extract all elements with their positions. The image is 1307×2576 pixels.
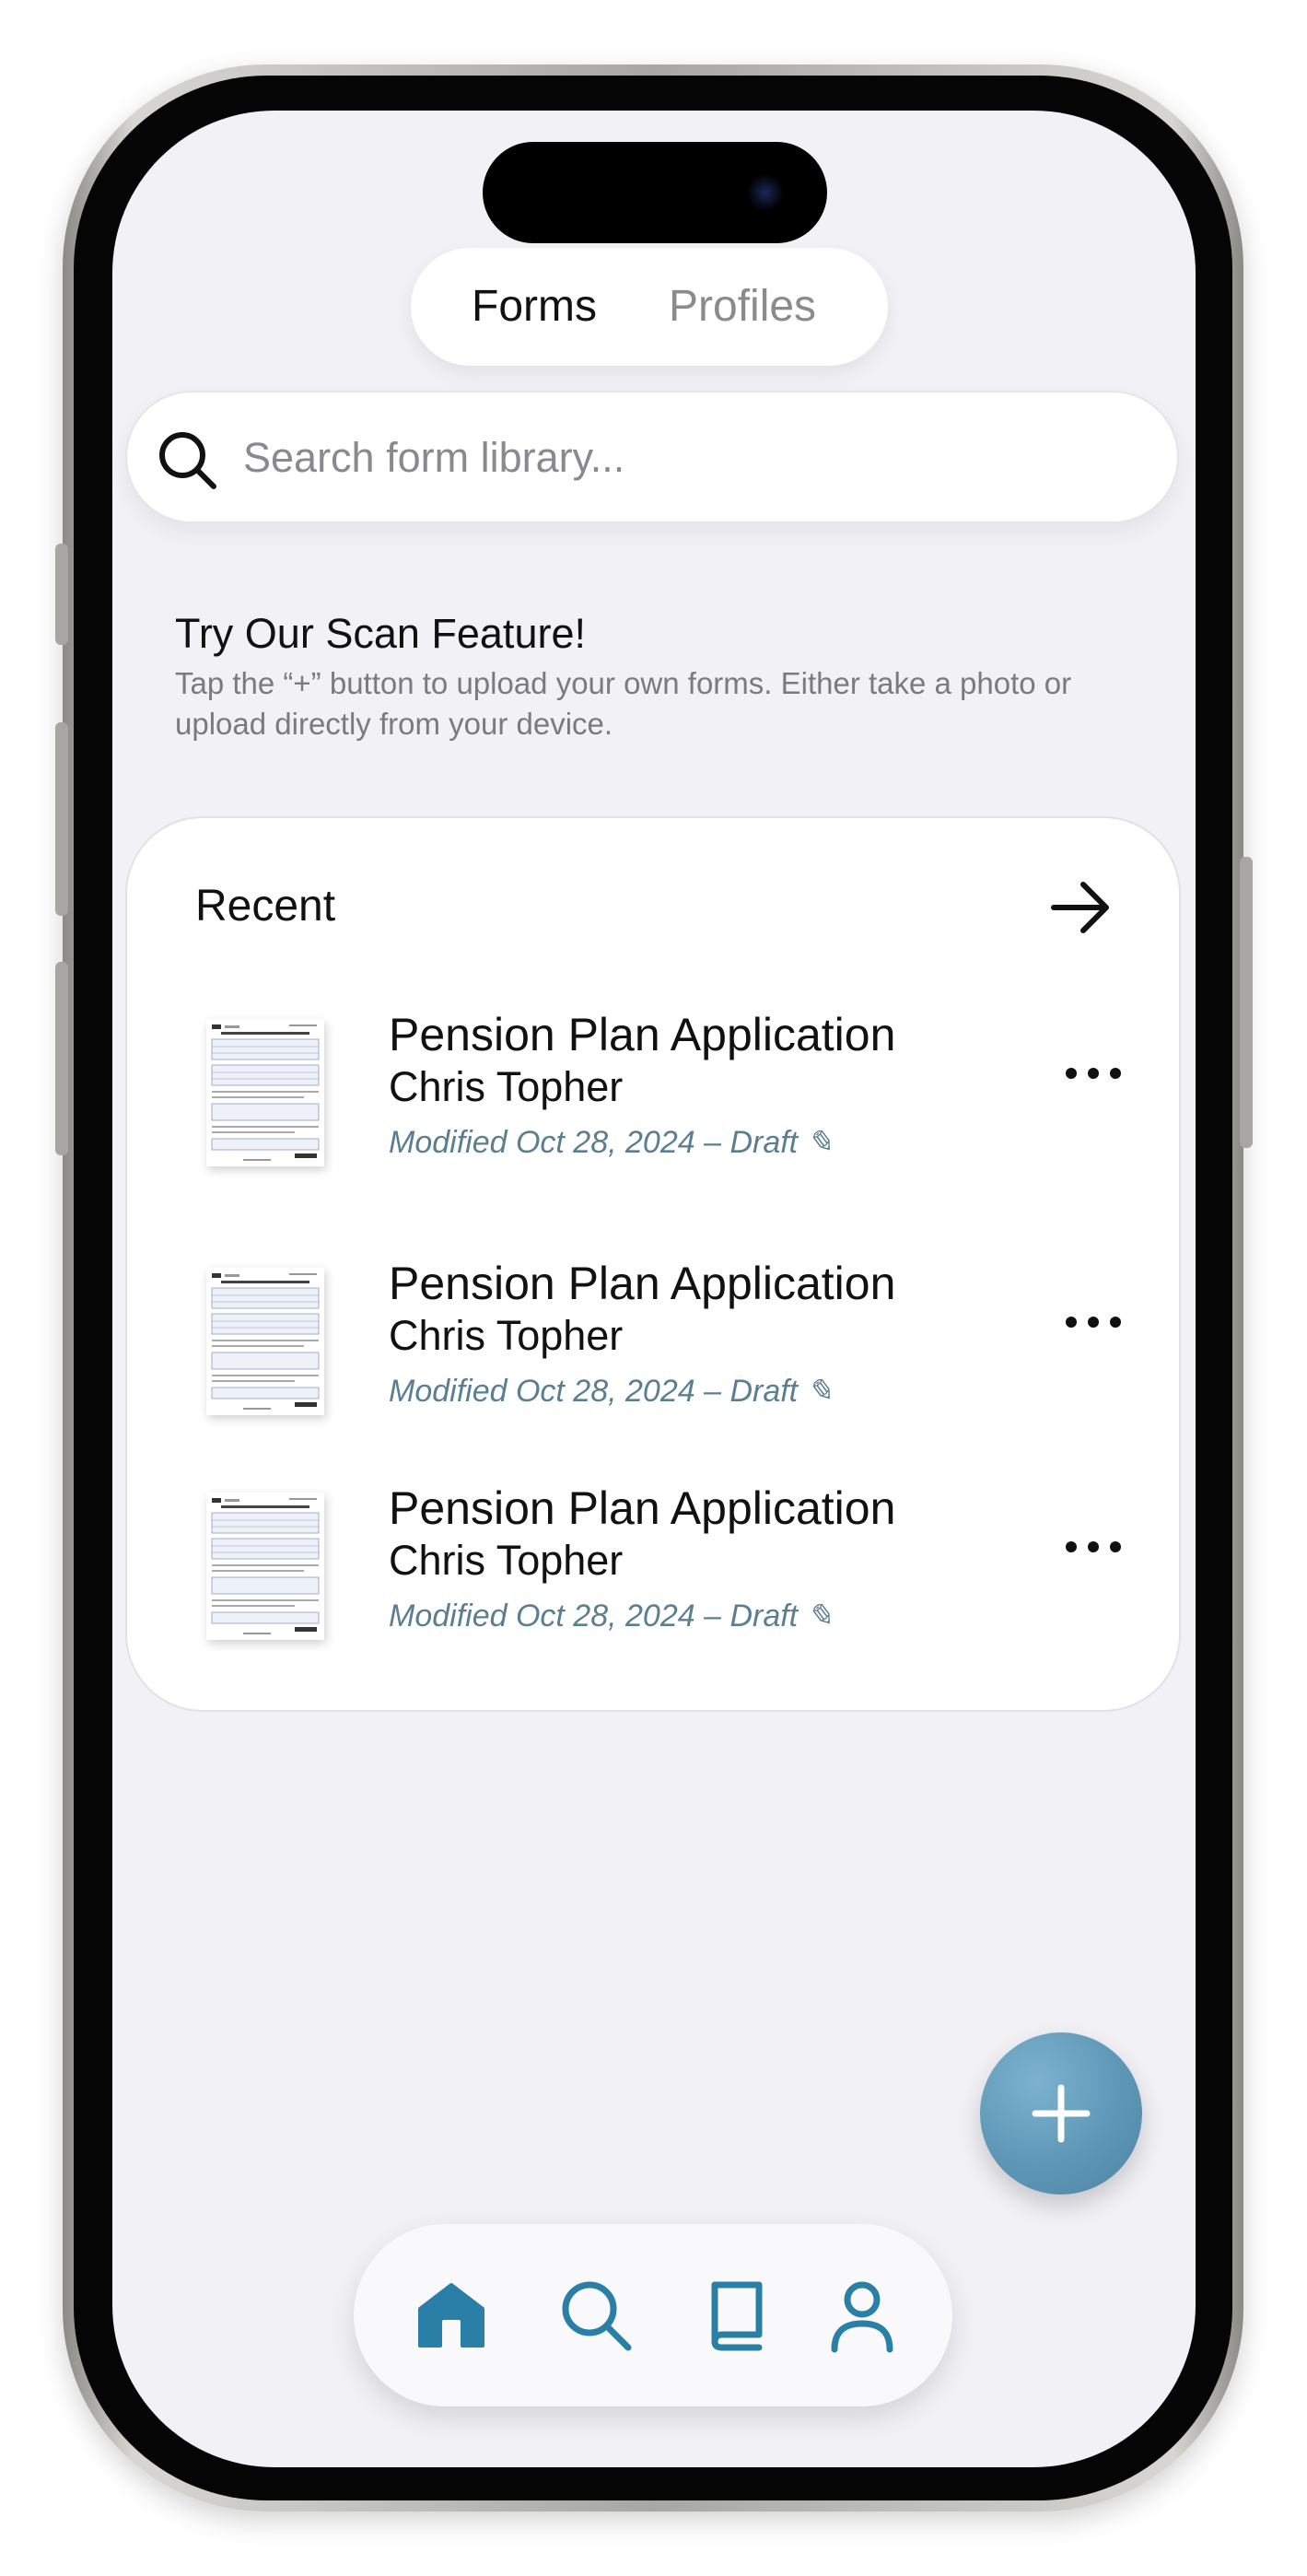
tab-profiles[interactable]: Profiles — [669, 248, 816, 366]
row-meta: Modified Oct 28, 2024 – Draft ✎ — [389, 1374, 834, 1409]
form-thumbnail — [206, 1268, 324, 1415]
arrow-right-icon[interactable] — [1048, 875, 1113, 940]
volume-down-button — [55, 962, 68, 1155]
more-icon[interactable] — [1061, 1060, 1126, 1087]
profile-icon[interactable] — [823, 2276, 901, 2353]
search-bar[interactable] — [125, 391, 1179, 523]
more-icon[interactable] — [1061, 1308, 1126, 1336]
row-meta: Modified Oct 28, 2024 – Draft ✎ — [389, 1125, 834, 1160]
row-title: Pension Plan Application — [389, 1482, 896, 1534]
promo-body: Tap the “+” button to upload your own fo… — [175, 666, 1072, 741]
row-title: Pension Plan Application — [389, 1258, 896, 1309]
row-person: Chris Topher — [389, 1312, 624, 1359]
library-icon[interactable] — [698, 2276, 776, 2353]
camera-lens — [748, 175, 783, 210]
recent-title: Recent — [195, 882, 336, 931]
row-meta: Modified Oct 28, 2024 – Draft ✎ — [389, 1598, 834, 1633]
search-input[interactable] — [241, 392, 1148, 523]
bottom-tab-bar — [354, 2224, 952, 2406]
promo-title: Try Our Scan Feature! — [175, 610, 586, 657]
row-person: Chris Topher — [389, 1063, 624, 1110]
dynamic-island — [483, 142, 827, 243]
list-item[interactable]: Pension Plan Application Chris Topher Mo… — [195, 1482, 1144, 1677]
add-form-button[interactable] — [980, 2032, 1142, 2195]
list-item[interactable]: Pension Plan Application Chris Topher Mo… — [195, 1009, 1144, 1203]
form-thumbnail — [206, 1019, 324, 1166]
row-person: Chris Topher — [389, 1537, 624, 1584]
search-icon — [159, 432, 216, 489]
power-button — [1240, 857, 1253, 1148]
segmented-control: Forms Profiles — [411, 248, 888, 366]
tab-forms[interactable]: Forms — [472, 248, 597, 366]
volume-up-button — [55, 722, 68, 916]
row-title: Pension Plan Application — [389, 1009, 896, 1060]
action-button — [55, 544, 68, 645]
list-item[interactable]: Pension Plan Application Chris Topher Mo… — [195, 1258, 1144, 1452]
plus-icon — [1032, 2084, 1091, 2143]
more-icon[interactable] — [1061, 1533, 1126, 1561]
search-icon[interactable] — [556, 2276, 634, 2353]
form-thumbnail — [206, 1493, 324, 1640]
home-icon[interactable] — [413, 2276, 490, 2353]
